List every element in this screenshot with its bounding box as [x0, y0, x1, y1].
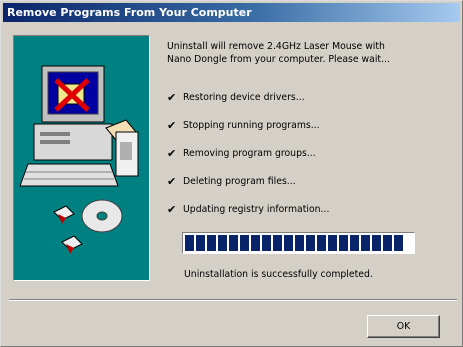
- progress-bar: [182, 232, 415, 254]
- check-icon: ✔: [167, 202, 177, 216]
- step-item: ✔ Stopping running programs...: [167, 118, 320, 132]
- progress-block: [394, 235, 403, 251]
- progress-block: [361, 235, 370, 251]
- progress-block: [251, 235, 260, 251]
- check-icon: ✔: [167, 90, 177, 104]
- step-label: Removing program groups...: [183, 147, 316, 159]
- step-label: Deleting program files...: [183, 175, 296, 187]
- progress-block: [262, 235, 271, 251]
- progress-block: [372, 235, 381, 251]
- step-label: Updating registry information...: [183, 203, 330, 215]
- progress-block: [207, 235, 216, 251]
- progress-block: [185, 235, 194, 251]
- step-label: Stopping running programs...: [183, 119, 320, 131]
- progress-block: [240, 235, 249, 251]
- window-title: Remove Programs From Your Computer: [7, 6, 252, 19]
- divider: [9, 299, 457, 301]
- check-icon: ✔: [167, 174, 177, 188]
- uninstall-illustration: [13, 35, 150, 281]
- progress-block: [273, 235, 282, 251]
- progress-block: [350, 235, 359, 251]
- progress-block: [383, 235, 392, 251]
- uninstall-message: Uninstall will remove 2.4GHz Laser Mouse…: [167, 41, 390, 65]
- uninstall-dialog: Remove Programs From Your Computer Unins…: [0, 0, 463, 347]
- progress-block: [306, 235, 315, 251]
- progress-block: [284, 235, 293, 251]
- step-item: ✔ Restoring device drivers...: [167, 90, 305, 104]
- progress-block: [328, 235, 337, 251]
- computer-icon: [19, 65, 139, 254]
- progress-block: [295, 235, 304, 251]
- step-item: ✔ Updating registry information...: [167, 202, 329, 216]
- progress-block: [229, 235, 238, 251]
- progress-block: [339, 235, 348, 251]
- completion-message: Uninstallation is successfully completed…: [184, 269, 373, 280]
- step-label: Restoring device drivers...: [183, 91, 305, 103]
- progress-block: [196, 235, 205, 251]
- progress-block: [218, 235, 227, 251]
- step-item: ✔ Removing program groups...: [167, 146, 316, 160]
- ok-button[interactable]: OK: [367, 315, 440, 338]
- check-icon: ✔: [167, 146, 177, 160]
- step-item: ✔ Deleting program files...: [167, 174, 296, 188]
- progress-block: [317, 235, 326, 251]
- title-bar[interactable]: Remove Programs From Your Computer: [3, 3, 460, 22]
- check-icon: ✔: [167, 118, 177, 132]
